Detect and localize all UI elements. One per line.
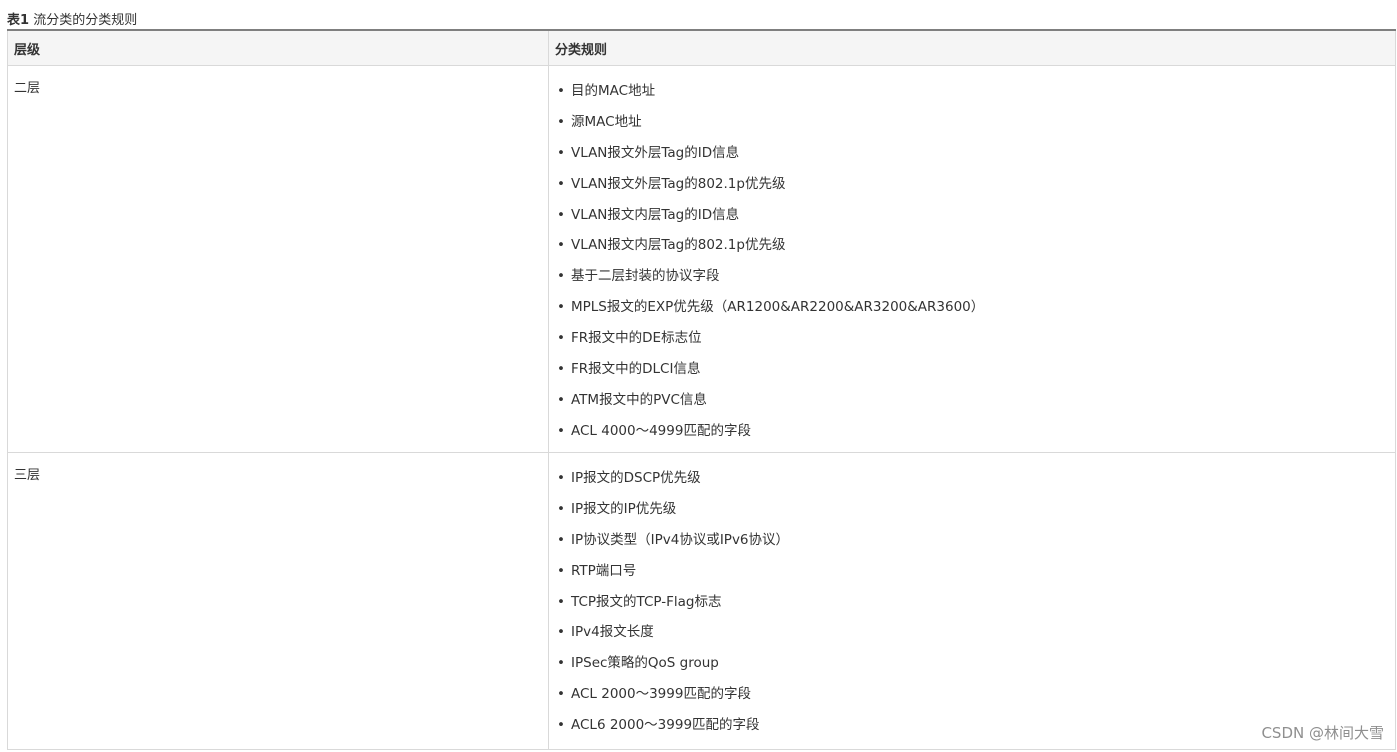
caption-label: 表1	[7, 13, 30, 28]
list-item-text: 源MAC地址	[571, 113, 642, 130]
list-item-text: VLAN报文外层Tag的ID信息	[571, 144, 740, 161]
level-label: 二层	[14, 81, 41, 96]
level-cell: 二层	[7, 65, 549, 453]
list-item-text: ACL6 2000～3999匹配的字段	[571, 717, 760, 734]
bullet-icon: •	[557, 470, 565, 486]
list-item: • FR报文中的DE标志位	[557, 327, 1395, 358]
bullet-icon: •	[557, 175, 565, 192]
list-item: • IP报文的DSCP优先级	[557, 467, 1395, 498]
bullet-icon: •	[557, 655, 565, 672]
list-item: • FR报文中的DLCI信息	[557, 358, 1395, 389]
list-item: • IP协议类型（IPv4协议或IPv6协议）	[557, 529, 1395, 560]
list-item-text: IP报文的DSCP优先级	[571, 470, 701, 486]
classification-rules-table: 层级 分类规则 二层 • 目的MAC地址 • 源MAC地址 • VLAN报文外层Tag的I…	[7, 29, 1396, 750]
bullet-icon: •	[557, 206, 565, 223]
list-item: • 目的MAC地址	[557, 80, 1395, 111]
list-item: • 基于二层封装的协议字段	[557, 265, 1395, 296]
level-label: 三层	[14, 468, 41, 483]
list-item: • MPLS报文的EXP优先级（AR1200&AR2200&AR3200&AR36…	[557, 296, 1395, 327]
table-caption: 表1 流分类的分类规则	[7, 9, 137, 28]
list-item: • ACL 2000～3999匹配的字段	[557, 683, 1395, 714]
bullet-icon: •	[557, 113, 565, 130]
bullet-icon: •	[557, 593, 565, 610]
bullet-icon: •	[557, 330, 565, 347]
list-item: • IPSec策略的QoS group	[557, 652, 1395, 683]
bullet-icon: •	[557, 299, 565, 316]
list-item-text: 目的MAC地址	[571, 83, 656, 99]
list-item-text: ATM报文中的PVC信息	[571, 391, 707, 408]
list-item: • TCP报文的TCP-Flag标志	[557, 591, 1395, 622]
list-item-text: VLAN报文外层Tag的802.1p优先级	[571, 175, 786, 192]
bullet-icon: •	[557, 531, 565, 548]
bullet-icon: •	[557, 268, 565, 285]
rules-cell: • IP报文的DSCP优先级 • IP报文的IP优先级 • IP协议类型（IPv4协议或I…	[548, 452, 1396, 750]
table-header-row: 层级 分类规则	[7, 30, 1396, 66]
list-item: • IPv4报文长度	[557, 621, 1395, 652]
list-item-text: IP协议类型（IPv4协议或IPv6协议）	[571, 531, 790, 548]
bullet-icon: •	[557, 422, 565, 439]
bullet-icon: •	[557, 717, 565, 734]
bullet-icon: •	[557, 391, 565, 408]
bullet-icon: •	[557, 562, 565, 579]
rules-list: • 目的MAC地址 • 源MAC地址 • VLAN报文外层Tag的ID信息 • VLAN报文外…	[549, 66, 1395, 451]
list-item: • 源MAC地址	[557, 111, 1395, 142]
bullet-icon: •	[557, 144, 565, 161]
list-item-text: FR报文中的DE标志位	[571, 330, 702, 347]
list-item: • VLAN报文内层Tag的802.1p优先级	[557, 234, 1395, 265]
list-item-text: ACL 4000～4999匹配的字段	[571, 422, 751, 439]
column-header-rules: 分类规则	[548, 30, 1396, 66]
caption-title: 流分类的分类规则	[33, 13, 138, 28]
list-item: • VLAN报文内层Tag的ID信息	[557, 204, 1395, 235]
list-item: • VLAN报文外层Tag的ID信息	[557, 142, 1395, 173]
list-item-text: FR报文中的DLCI信息	[571, 361, 701, 378]
list-item: • VLAN报文外层Tag的802.1p优先级	[557, 173, 1395, 204]
bullet-icon: •	[557, 237, 565, 254]
bullet-icon: •	[557, 624, 565, 641]
list-item-text: RTP端口号	[571, 562, 637, 579]
list-item: • RTP端口号	[557, 560, 1395, 591]
list-item-text: ACL 2000～3999匹配的字段	[571, 686, 751, 703]
table-row: 二层 • 目的MAC地址 • 源MAC地址 • VLAN报文外层Tag的ID信息 • VLAN…	[7, 65, 1396, 453]
list-item-text: VLAN报文内层Tag的ID信息	[571, 206, 740, 223]
bullet-icon: •	[557, 361, 565, 378]
list-item-text: TCP报文的TCP-Flag标志	[571, 593, 722, 610]
bullet-icon: •	[557, 686, 565, 703]
rules-list: • IP报文的DSCP优先级 • IP报文的IP优先级 • IP协议类型（IPv4协议或I…	[549, 453, 1395, 745]
list-item-text: VLAN报文内层Tag的802.1p优先级	[571, 237, 786, 254]
list-item-text: IPSec策略的QoS group	[571, 655, 719, 672]
table-row: 三层 • IP报文的DSCP优先级 • IP报文的IP优先级 • IP协议类型（IPv4协…	[7, 452, 1396, 750]
list-item-text: 基于二层封装的协议字段	[571, 268, 720, 285]
level-cell: 三层	[7, 452, 549, 750]
list-item: • IP报文的IP优先级	[557, 498, 1395, 529]
rules-cell: • 目的MAC地址 • 源MAC地址 • VLAN报文外层Tag的ID信息 • VLAN报文外…	[548, 65, 1396, 453]
list-item-text: MPLS报文的EXP优先级（AR1200&AR2200&AR3200&AR360…	[571, 299, 985, 316]
list-item: • ATM报文中的PVC信息	[557, 389, 1395, 420]
list-item: • ACL 4000～4999匹配的字段	[557, 420, 1395, 451]
column-header-level: 层级	[7, 30, 549, 66]
list-item-text: IP报文的IP优先级	[571, 500, 677, 517]
bullet-icon: •	[557, 500, 565, 517]
bullet-icon: •	[557, 83, 565, 99]
list-item-text: IPv4报文长度	[571, 624, 654, 641]
watermark: CSDN @林间大雪	[1261, 724, 1384, 742]
